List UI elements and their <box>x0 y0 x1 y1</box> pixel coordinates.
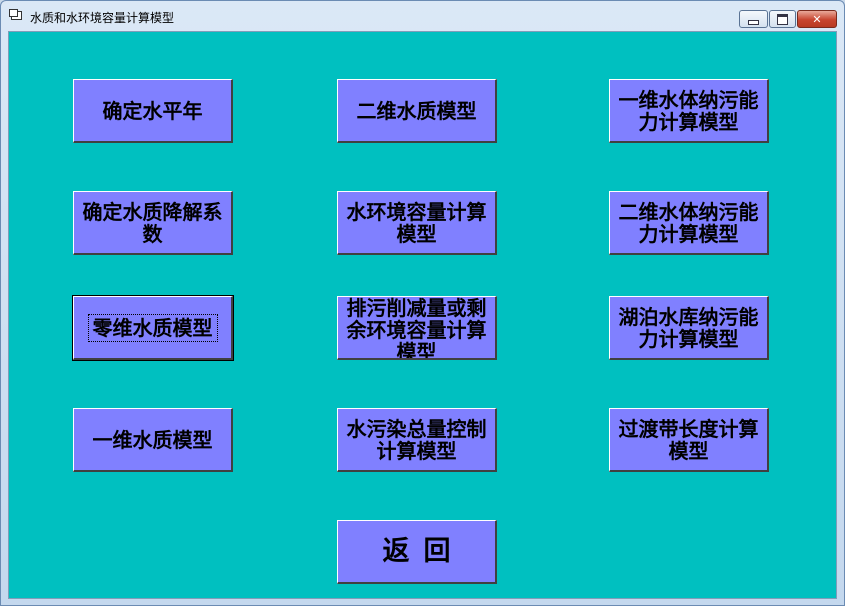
transition-length-button[interactable]: 过渡带长度计算模型 <box>609 408 769 472</box>
button-label: 一维水质模型 <box>92 427 213 452</box>
button-label: 湖泊水库纳污能力计算模型 <box>618 304 759 351</box>
lake-absorb-button[interactable]: 湖泊水库纳污能力计算模型 <box>609 296 769 360</box>
button-label: 水环境容量计算模型 <box>346 199 487 246</box>
button-label: 一维水体纳污能力计算模型 <box>618 87 759 134</box>
zero-dim-model-button[interactable]: 零维水质模型 <box>72 295 234 361</box>
main-panel: 确定水平年 确定水质降解系数 零维水质模型 一维水质模型 二维水质模型 水环境容… <box>8 31 837 599</box>
one-dim-model-button[interactable]: 一维水质模型 <box>73 408 233 472</box>
reduction-model-button[interactable]: 排污削减量或剩余环境容量计算模型 <box>337 296 497 360</box>
two-dim-model-button[interactable]: 二维水质模型 <box>337 79 497 143</box>
button-label: 确定水质降解系数 <box>82 199 223 246</box>
button-label: 返回 <box>382 535 465 567</box>
button-label: 二维水质模型 <box>356 98 477 123</box>
minimize-icon <box>748 19 759 25</box>
button-label: 二维水体纳污能力计算模型 <box>618 199 759 246</box>
close-icon: ✕ <box>812 12 822 26</box>
maximize-button[interactable] <box>769 10 796 28</box>
capacity-model-button[interactable]: 水环境容量计算模型 <box>337 191 497 255</box>
app-window: 水质和水环境容量计算模型 ✕ 确定水平年 确定水质降解系数 零维水质模型 一维水… <box>0 0 845 606</box>
two-dim-absorb-button[interactable]: 二维水体纳污能力计算模型 <box>609 191 769 255</box>
minimize-button[interactable] <box>739 10 768 28</box>
app-icon[interactable] <box>9 9 22 20</box>
close-button[interactable]: ✕ <box>797 10 837 28</box>
one-dim-absorb-button[interactable]: 一维水体纳污能力计算模型 <box>609 79 769 143</box>
button-label: 确定水平年 <box>102 98 203 123</box>
window-title: 水质和水环境容量计算模型 <box>30 11 175 25</box>
button-label: 排污削减量或剩余环境容量计算模型 <box>346 296 487 360</box>
total-control-model-button[interactable]: 水污染总量控制计算模型 <box>337 408 497 472</box>
determine-year-button[interactable]: 确定水平年 <box>73 79 233 143</box>
button-label: 水污染总量控制计算模型 <box>346 416 487 463</box>
title-bar[interactable]: 水质和水环境容量计算模型 ✕ <box>1 1 844 31</box>
maximize-icon <box>777 13 788 25</box>
degradation-coef-button[interactable]: 确定水质降解系数 <box>73 191 233 255</box>
back-button[interactable]: 返回 <box>337 520 497 584</box>
button-label: 零维水质模型 <box>87 313 218 342</box>
button-label: 过渡带长度计算模型 <box>618 416 759 463</box>
